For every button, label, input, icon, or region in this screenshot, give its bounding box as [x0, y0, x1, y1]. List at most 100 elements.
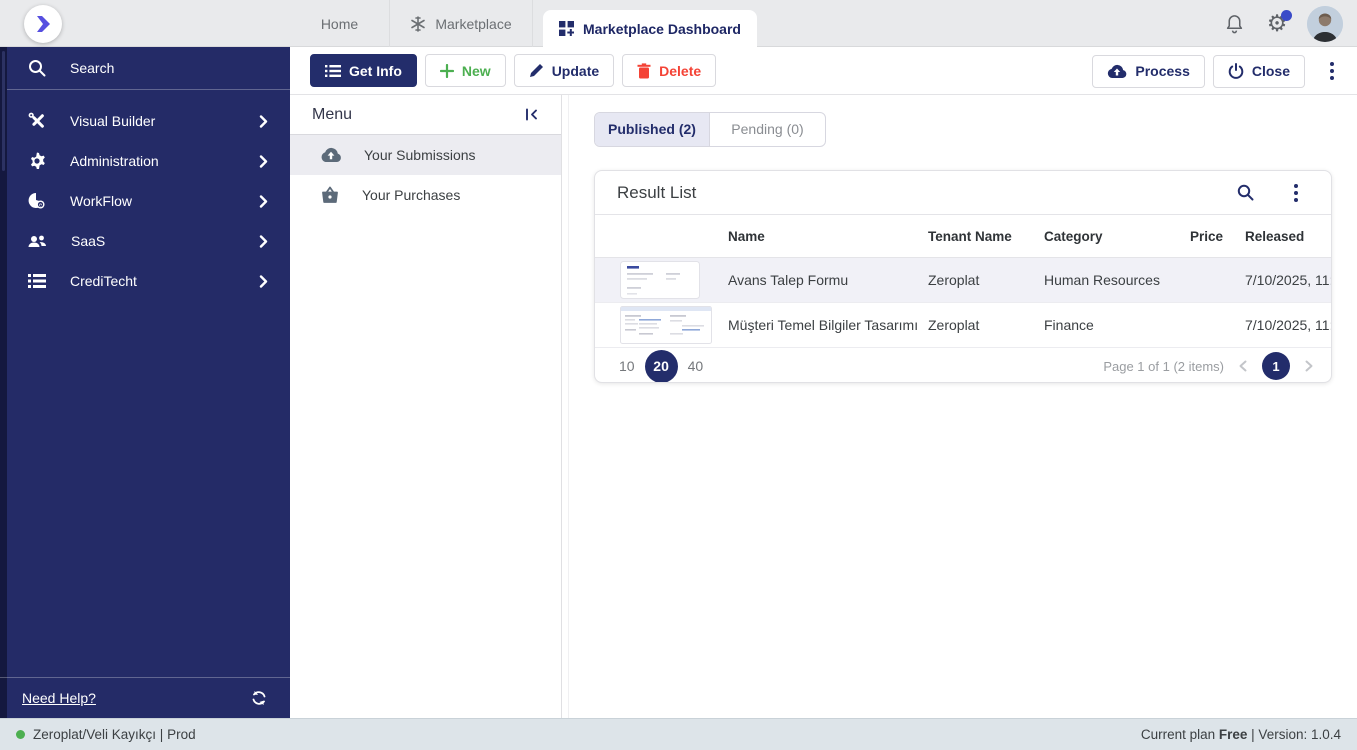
sidebar-search-label: Search [70, 60, 115, 76]
col-name[interactable]: Name [728, 229, 928, 244]
cell-released: 7/10/2025, 11:0 [1245, 317, 1332, 333]
page-number-1[interactable]: 1 [1262, 352, 1290, 380]
sidebar-item-search[interactable]: Search [0, 47, 290, 90]
get-info-label: Get Info [349, 62, 402, 79]
menu-item-your-submissions[interactable]: Your Submissions [290, 135, 561, 175]
update-button[interactable]: Update [513, 54, 615, 87]
chevron-right-icon [259, 274, 268, 288]
col-price[interactable]: Price [1190, 229, 1245, 244]
tab-marketplace[interactable]: Marketplace [390, 0, 533, 47]
notifications-bell-icon[interactable] [1221, 11, 1247, 37]
tab-marketplace-dashboard[interactable]: Marketplace Dashboard [543, 10, 757, 47]
need-help-link[interactable]: Need Help? [22, 690, 96, 706]
delete-button[interactable]: Delete [622, 54, 717, 87]
cloud-upload-icon [320, 147, 342, 163]
sidebar-item-visual-builder[interactable]: Visual Builder [0, 101, 290, 141]
app-window: Home Marketplace Marketplace Dashboard ⚙… [0, 0, 1357, 750]
user-avatar[interactable] [1307, 5, 1343, 42]
process-label: Process [1135, 63, 1190, 79]
snowflake-icon [410, 15, 426, 32]
tab-home[interactable]: Home [290, 0, 390, 47]
tab-marketplace-label: Marketplace [435, 15, 512, 32]
sidebar-scrollbar[interactable] [0, 47, 7, 718]
page-summary: Page 1 of 1 (2 items) [1103, 358, 1224, 374]
tab-pending[interactable]: Pending (0) [710, 113, 825, 146]
version-text: | Version: 1.0.4 [1247, 727, 1341, 742]
menu-panel-header: Menu [290, 95, 561, 135]
result-list-card: Result List Name Tenant Name Category Pr… [594, 170, 1332, 383]
process-button[interactable]: Process [1092, 54, 1205, 88]
update-label: Update [551, 62, 600, 79]
settings-notification-dot [1281, 9, 1292, 21]
get-info-button[interactable]: Get Info [310, 54, 417, 87]
menu-item-your-purchases[interactable]: Your Purchases [290, 175, 561, 215]
status-tab-group: Published (2) Pending (0) [594, 112, 826, 147]
menu-item-label: Your Submissions [364, 147, 476, 163]
result-list-kebab-icon[interactable] [1283, 180, 1309, 206]
new-button[interactable]: New [424, 54, 506, 87]
svg-text:e: e [39, 203, 42, 209]
cell-tenant: Zeroplat [928, 272, 980, 288]
table-row[interactable]: Müşteri Temel Bilgiler Tasarımı Zeroplat… [595, 303, 1332, 348]
app-logo[interactable] [24, 5, 62, 43]
page-size-40[interactable]: 40 [688, 358, 704, 374]
refresh-icon[interactable] [250, 689, 268, 707]
row-thumbnail [595, 261, 728, 299]
window-tab-bar: Home Marketplace Marketplace Dashboard [290, 0, 757, 47]
page-size-20-selected[interactable]: 20 [644, 349, 678, 382]
dashboard-icon [559, 21, 575, 36]
list-icon [325, 64, 341, 78]
cell-name: Avans Talep Formu [728, 272, 849, 288]
previous-page-icon[interactable] [1239, 360, 1247, 372]
table-row[interactable]: Avans Talep Formu Zeroplat Human Resourc… [595, 258, 1332, 303]
page-size-10[interactable]: 10 [619, 358, 635, 374]
sidebar-item-workflow[interactable]: e WorkFlow [0, 181, 290, 221]
connection-status-dot [16, 730, 25, 739]
search-icon[interactable] [1236, 183, 1255, 202]
sidebar: Search Visual Builder Administration e W… [0, 47, 290, 718]
col-released[interactable]: Released [1245, 229, 1331, 244]
next-page-icon[interactable] [1305, 360, 1313, 372]
workflow-icon: e [27, 191, 47, 211]
cell-category: Finance [1044, 317, 1094, 333]
plus-icon [439, 63, 454, 78]
basket-icon [320, 186, 340, 204]
close-button[interactable]: Close [1212, 54, 1305, 88]
action-toolbar: Get Info New Update Delete Process Close [290, 47, 1357, 95]
header-actions: ⚙ [1221, 0, 1343, 47]
cell-name: Müşteri Temel Bilgiler Tasarımı [728, 317, 919, 333]
sidebar-item-label: Administration [70, 153, 159, 169]
power-icon [1228, 63, 1244, 79]
collapse-panel-icon[interactable] [524, 107, 539, 122]
sidebar-item-label: SaaS [71, 233, 106, 249]
search-icon [27, 58, 47, 78]
sidebar-item-saas[interactable]: SaaS [0, 221, 290, 261]
trash-icon [637, 62, 651, 79]
col-tenant-name[interactable]: Tenant Name [928, 229, 1044, 244]
sidebar-item-label: WorkFlow [70, 193, 132, 209]
row-thumbnail [595, 306, 728, 344]
result-list-header: Result List [595, 171, 1331, 215]
sidebar-item-creditecht[interactable]: CrediTecht [0, 261, 290, 301]
menu-item-label: Your Purchases [362, 187, 461, 203]
more-options-kebab-icon[interactable] [1319, 58, 1345, 84]
cloud-upload-icon [1107, 64, 1127, 79]
sidebar-item-administration[interactable]: Administration [0, 141, 290, 181]
col-category[interactable]: Category [1044, 229, 1190, 244]
cell-tenant: Zeroplat [928, 317, 980, 333]
plan-version-status: Current plan Free | Version: 1.0.4 [1141, 727, 1341, 742]
cell-released: 7/10/2025, 11:0 [1245, 272, 1332, 288]
status-bar: Zeroplat/Veli Kayıkçı | Prod Current pla… [0, 718, 1357, 750]
menu-panel: Menu Your Submissions Your Purchases [290, 95, 562, 718]
menu-title: Menu [312, 105, 353, 123]
tab-published[interactable]: Published (2) [595, 113, 710, 146]
cell-category: Human Resources [1044, 272, 1160, 288]
tools-icon [27, 111, 47, 131]
pagination-bar: 10 20 40 Page 1 of 1 (2 items) 1 [595, 348, 1331, 382]
tenant-user-status: Zeroplat/Veli Kayıkçı | Prod [33, 727, 196, 742]
settings-gear-icon[interactable]: ⚙ [1264, 9, 1292, 37]
result-table: Name Tenant Name Category Price Released [595, 215, 1332, 348]
tab-home-label: Home [320, 15, 359, 32]
gear-icon [27, 151, 47, 171]
people-icon [27, 231, 48, 251]
